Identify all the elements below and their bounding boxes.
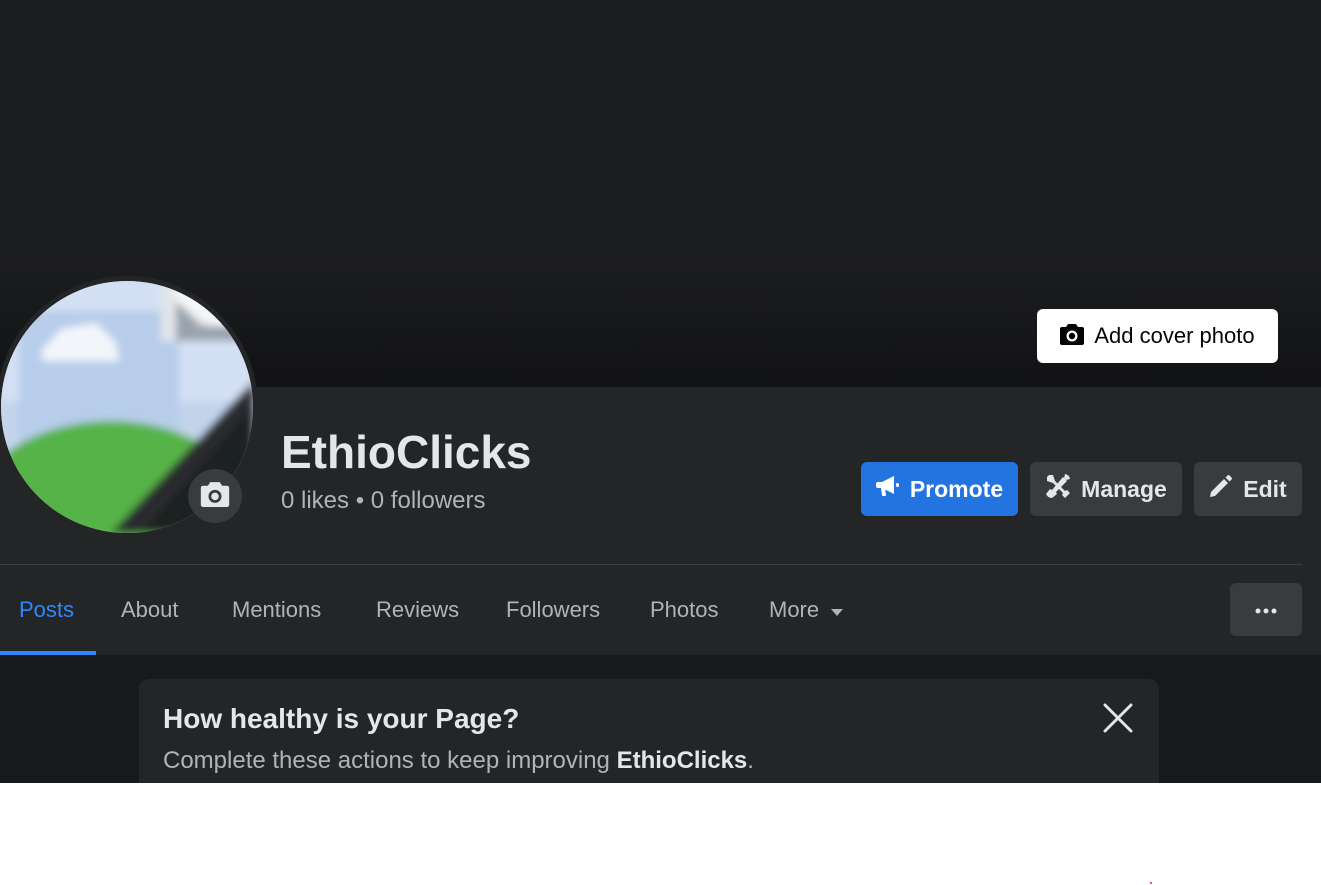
- active-tab-indicator: [0, 651, 96, 655]
- manage-label: Manage: [1081, 475, 1167, 502]
- tab-mentions-label: Mentions: [232, 597, 322, 622]
- health-card-subtitle: Complete these actions to keep improving…: [163, 747, 754, 775]
- close-health-card-button[interactable]: [1099, 701, 1137, 739]
- page-health-card: How healthy is your Page? Complete these…: [139, 679, 1159, 783]
- tab-more[interactable]: More: [769, 565, 844, 655]
- health-subtitle-suffix: .: [747, 747, 754, 774]
- tab-posts-label: Posts: [19, 597, 75, 622]
- stats-separator: •: [355, 487, 365, 514]
- tab-followers[interactable]: Followers: [506, 565, 600, 655]
- close-icon: [1103, 703, 1133, 738]
- camera-icon: [1060, 323, 1085, 350]
- tab-followers-label: Followers: [506, 597, 601, 622]
- tab-more-label: More: [769, 597, 820, 622]
- promote-button[interactable]: Promote: [861, 462, 1018, 516]
- health-subtitle-page-name: EthioClicks: [616, 747, 748, 774]
- health-card-title: How healthy is your Page?: [163, 703, 520, 734]
- tab-about-label: About: [121, 597, 179, 622]
- more-options-button[interactable]: [1230, 583, 1302, 636]
- followers-count[interactable]: 0 followers: [371, 487, 486, 514]
- add-cover-photo-button[interactable]: Add cover photo: [1037, 309, 1278, 363]
- tab-about[interactable]: About: [121, 565, 179, 655]
- page-title[interactable]: EthioClicks: [281, 425, 532, 479]
- tab-reviews[interactable]: Reviews: [376, 565, 459, 655]
- tools-icon: [1045, 473, 1071, 505]
- more-dots-icon: [1255, 601, 1277, 619]
- megaphone-icon: [875, 475, 900, 503]
- page-stats: 0 likes • 0 followers: [281, 487, 486, 515]
- page-tabs: Posts About Mentions Reviews Followers P…: [0, 565, 1321, 655]
- tab-photos-label: Photos: [650, 597, 719, 622]
- health-subtitle-text: Complete these actions to keep improving: [163, 747, 617, 774]
- edit-button[interactable]: Edit: [1194, 462, 1302, 516]
- update-profile-picture-button[interactable]: [188, 469, 242, 523]
- manage-button[interactable]: Manage: [1030, 462, 1182, 516]
- stray-pixel: [1150, 882, 1152, 884]
- add-cover-photo-label: Add cover photo: [1094, 323, 1255, 348]
- tab-photos[interactable]: Photos: [650, 565, 719, 655]
- page-app: Add cover photo EthioClicks 0 likes • 0 …: [0, 0, 1321, 783]
- tab-posts[interactable]: Posts: [19, 565, 74, 655]
- caret-down-icon: [831, 597, 844, 623]
- tab-reviews-label: Reviews: [376, 597, 460, 622]
- camera-icon: [200, 481, 230, 512]
- promote-label: Promote: [909, 475, 1004, 502]
- likes-count[interactable]: 0 likes: [281, 487, 349, 514]
- edit-label: Edit: [1243, 475, 1287, 502]
- pencil-icon: [1209, 474, 1233, 504]
- tab-mentions[interactable]: Mentions: [232, 565, 321, 655]
